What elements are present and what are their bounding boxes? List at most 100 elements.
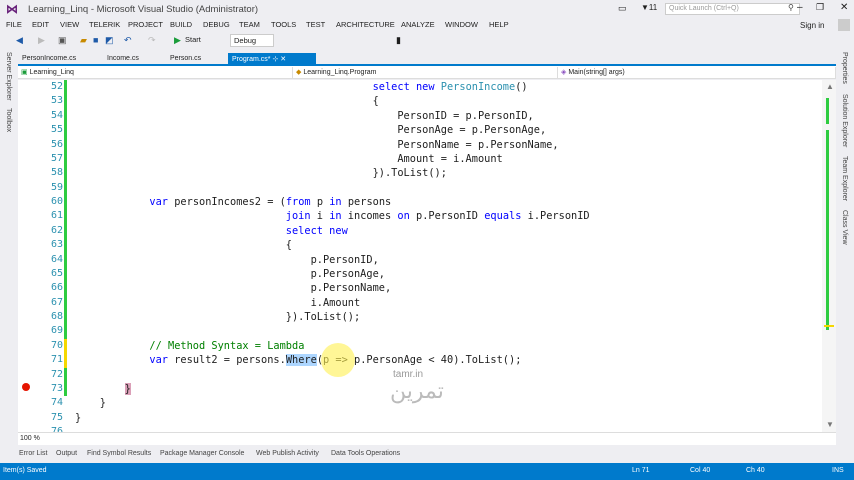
restore-button[interactable]: ❐ bbox=[816, 2, 824, 13]
menu-architecture[interactable]: ARCHITECTURE bbox=[336, 20, 395, 29]
account-avatar-icon[interactable] bbox=[838, 19, 850, 31]
code-line: p.PersonID, bbox=[75, 253, 379, 267]
code-token: incomes bbox=[341, 210, 398, 223]
code-line: { bbox=[75, 238, 292, 252]
bottom-tab-error-list[interactable]: Error List bbox=[19, 450, 47, 457]
line-number: 71 bbox=[50, 354, 63, 366]
close-button[interactable]: ✕ bbox=[840, 2, 848, 13]
menu-edit[interactable]: EDIT bbox=[32, 20, 49, 29]
menu-tools[interactable]: TOOLS bbox=[271, 20, 296, 29]
menu-window[interactable]: WINDOW bbox=[445, 20, 478, 29]
code-line: var personIncomes2 = (from p in persons bbox=[75, 195, 391, 209]
minimize-button[interactable]: – bbox=[797, 2, 803, 13]
code-token: var bbox=[149, 354, 169, 367]
line-number: 52 bbox=[50, 81, 63, 92]
line-number: 58 bbox=[50, 167, 63, 179]
code-line: join i in incomes on p.PersonID equals i… bbox=[75, 209, 590, 223]
zoom-level-select[interactable]: 100 % bbox=[20, 435, 40, 442]
tab-income[interactable]: Income.cs bbox=[103, 53, 143, 66]
menu-analyze[interactable]: ANALYZE bbox=[401, 20, 435, 29]
new-project-icon[interactable]: ▣ bbox=[58, 35, 67, 45]
menu-view[interactable]: VIEW bbox=[60, 20, 79, 29]
redo-icon[interactable]: ↷ bbox=[148, 35, 156, 45]
code-token: i.PersonID bbox=[521, 210, 590, 223]
mouse-cursor-highlight bbox=[321, 343, 355, 377]
start-icon[interactable]: ▶ bbox=[174, 35, 181, 45]
open-icon[interactable]: ▰ bbox=[80, 35, 87, 45]
change-indicator bbox=[64, 137, 67, 152]
vertical-scrollbar[interactable]: ▲ ▼ bbox=[822, 80, 836, 432]
bottom-tab-web-publish-activity[interactable]: Web Publish Activity bbox=[256, 450, 319, 457]
solution-explorer-tab[interactable]: Solution Explorer bbox=[841, 94, 848, 147]
save-icon[interactable]: ■ bbox=[93, 35, 98, 45]
change-indicator bbox=[64, 108, 67, 124]
solution-configuration-select[interactable]: Debug bbox=[230, 34, 274, 47]
change-indicator bbox=[64, 281, 67, 296]
properties-tab[interactable]: Properties bbox=[841, 52, 848, 84]
line-number: 74 bbox=[50, 397, 63, 409]
sign-in-link[interactable]: Sign in bbox=[800, 21, 824, 30]
class-dropdown[interactable]: ◆ Learning_Linq.Program bbox=[293, 67, 558, 78]
forward-icon[interactable]: ▶ bbox=[38, 35, 45, 45]
code-line: PersonName = p.PersonName, bbox=[75, 138, 559, 152]
class-view-tab[interactable]: Class View bbox=[841, 210, 848, 245]
menu-project[interactable]: PROJECT bbox=[128, 20, 163, 29]
tab-label: Program.cs* bbox=[232, 56, 271, 63]
matched-brace: } bbox=[124, 382, 131, 395]
navigation-bar: ▣ Learning_Linq ◆ Learning_Linq.Program … bbox=[18, 66, 836, 79]
change-indicator bbox=[64, 381, 67, 397]
team-explorer-tab[interactable]: Team Explorer bbox=[841, 156, 848, 201]
menu-team[interactable]: TEAM bbox=[239, 20, 260, 29]
code-token: PersonName = p.PersonName, bbox=[75, 138, 559, 151]
scroll-down-icon[interactable]: ▼ bbox=[826, 420, 834, 429]
breakpoint-icon[interactable] bbox=[22, 383, 30, 391]
menu-build[interactable]: BUILD bbox=[170, 20, 192, 29]
member-dropdown[interactable]: ◈ Main(string[] args) bbox=[558, 67, 836, 78]
code-token: }).ToList(); bbox=[75, 311, 361, 323]
status-insert-mode: INS bbox=[832, 467, 844, 474]
line-number: 70 bbox=[50, 339, 63, 351]
code-token: personIncomes2 = ( bbox=[168, 196, 286, 208]
pin-icon[interactable]: ⊹ bbox=[272, 56, 278, 63]
tab-personincome[interactable]: PersonIncome.cs bbox=[18, 53, 80, 66]
code-token: persons bbox=[341, 196, 392, 208]
bottom-tab-find-symbol-results[interactable]: Find Symbol Results bbox=[87, 450, 151, 457]
bottom-tab-output[interactable]: Output bbox=[56, 450, 77, 457]
server-explorer-tab[interactable]: Server Explorer bbox=[5, 52, 12, 101]
toolbox-tab[interactable]: Toolbox bbox=[5, 108, 12, 132]
project-dropdown[interactable]: ▣ Learning_Linq bbox=[18, 67, 293, 78]
code-token: { bbox=[75, 239, 292, 252]
code-token: PersonIncome bbox=[440, 81, 516, 93]
bookmark-icon[interactable]: ▮ bbox=[396, 35, 401, 46]
notifications-button[interactable]: ▼11 bbox=[641, 3, 657, 12]
menu-telerik[interactable]: TELERIK bbox=[89, 20, 120, 29]
selected-text: Where bbox=[285, 354, 317, 367]
change-marker bbox=[826, 130, 829, 330]
menu-test[interactable]: TEST bbox=[306, 20, 325, 29]
tab-person[interactable]: Person.cs bbox=[166, 53, 205, 66]
menu-help[interactable]: HELP bbox=[489, 20, 509, 29]
start-button[interactable]: Start bbox=[185, 35, 201, 45]
scroll-up-icon[interactable]: ▲ bbox=[826, 82, 834, 91]
line-number: 56 bbox=[50, 138, 63, 150]
change-indicator bbox=[64, 324, 67, 339]
quick-launch-input[interactable]: Quick Launch (Ctrl+Q) bbox=[665, 3, 800, 15]
code-line: var result2 = persons.Where(p => p.Perso… bbox=[75, 353, 521, 367]
code-line: } bbox=[75, 382, 131, 396]
undo-icon[interactable]: ↶ bbox=[124, 35, 132, 45]
back-icon[interactable]: ◀ bbox=[16, 35, 23, 45]
feedback-icon[interactable]: ▭ bbox=[618, 3, 627, 14]
close-tab-icon[interactable]: ✕ bbox=[280, 56, 286, 63]
menu-debug[interactable]: DEBUG bbox=[203, 20, 230, 29]
tab-program[interactable]: Program.cs* ⊹ ✕ bbox=[228, 53, 316, 66]
bottom-tab-package-manager-console[interactable]: Package Manager Console bbox=[160, 450, 244, 457]
code-token: PersonID = p.PersonID, bbox=[75, 109, 534, 122]
code-line: }).ToList(); bbox=[75, 166, 447, 180]
code-line: } bbox=[75, 411, 81, 425]
code-token: i.Amount bbox=[75, 296, 361, 309]
save-all-icon[interactable]: ◩ bbox=[105, 35, 114, 45]
menu-file[interactable]: FILE bbox=[6, 20, 22, 29]
bottom-tab-data-tools-operations[interactable]: Data Tools Operations bbox=[331, 450, 400, 457]
